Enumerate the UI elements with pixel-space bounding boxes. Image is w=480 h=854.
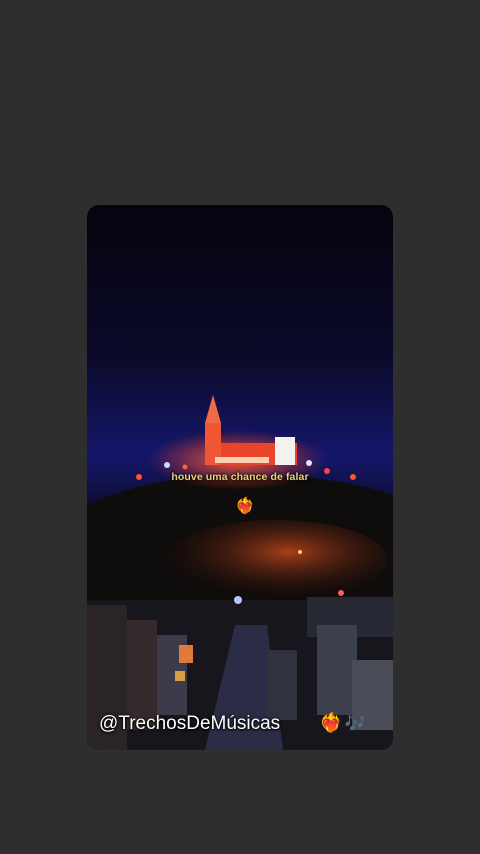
video-player[interactable]: houve uma chance de falar ❤️‍🔥 @TrechosD… [87,205,393,750]
subtitle-caption: houve uma chance de falar [171,471,309,483]
church [205,395,297,465]
channel-watermark: @TrechosDeMúsicas [99,713,281,734]
heart-on-fire-emoji: ❤️‍🔥 [235,498,255,515]
watermark-icons: ❤️‍🔥 🎶 [319,711,366,735]
hill-light [167,520,387,600]
music-notes-icon: 🎶 [344,714,366,733]
heart-on-fire-icon: ❤️‍🔥 [319,713,343,734]
